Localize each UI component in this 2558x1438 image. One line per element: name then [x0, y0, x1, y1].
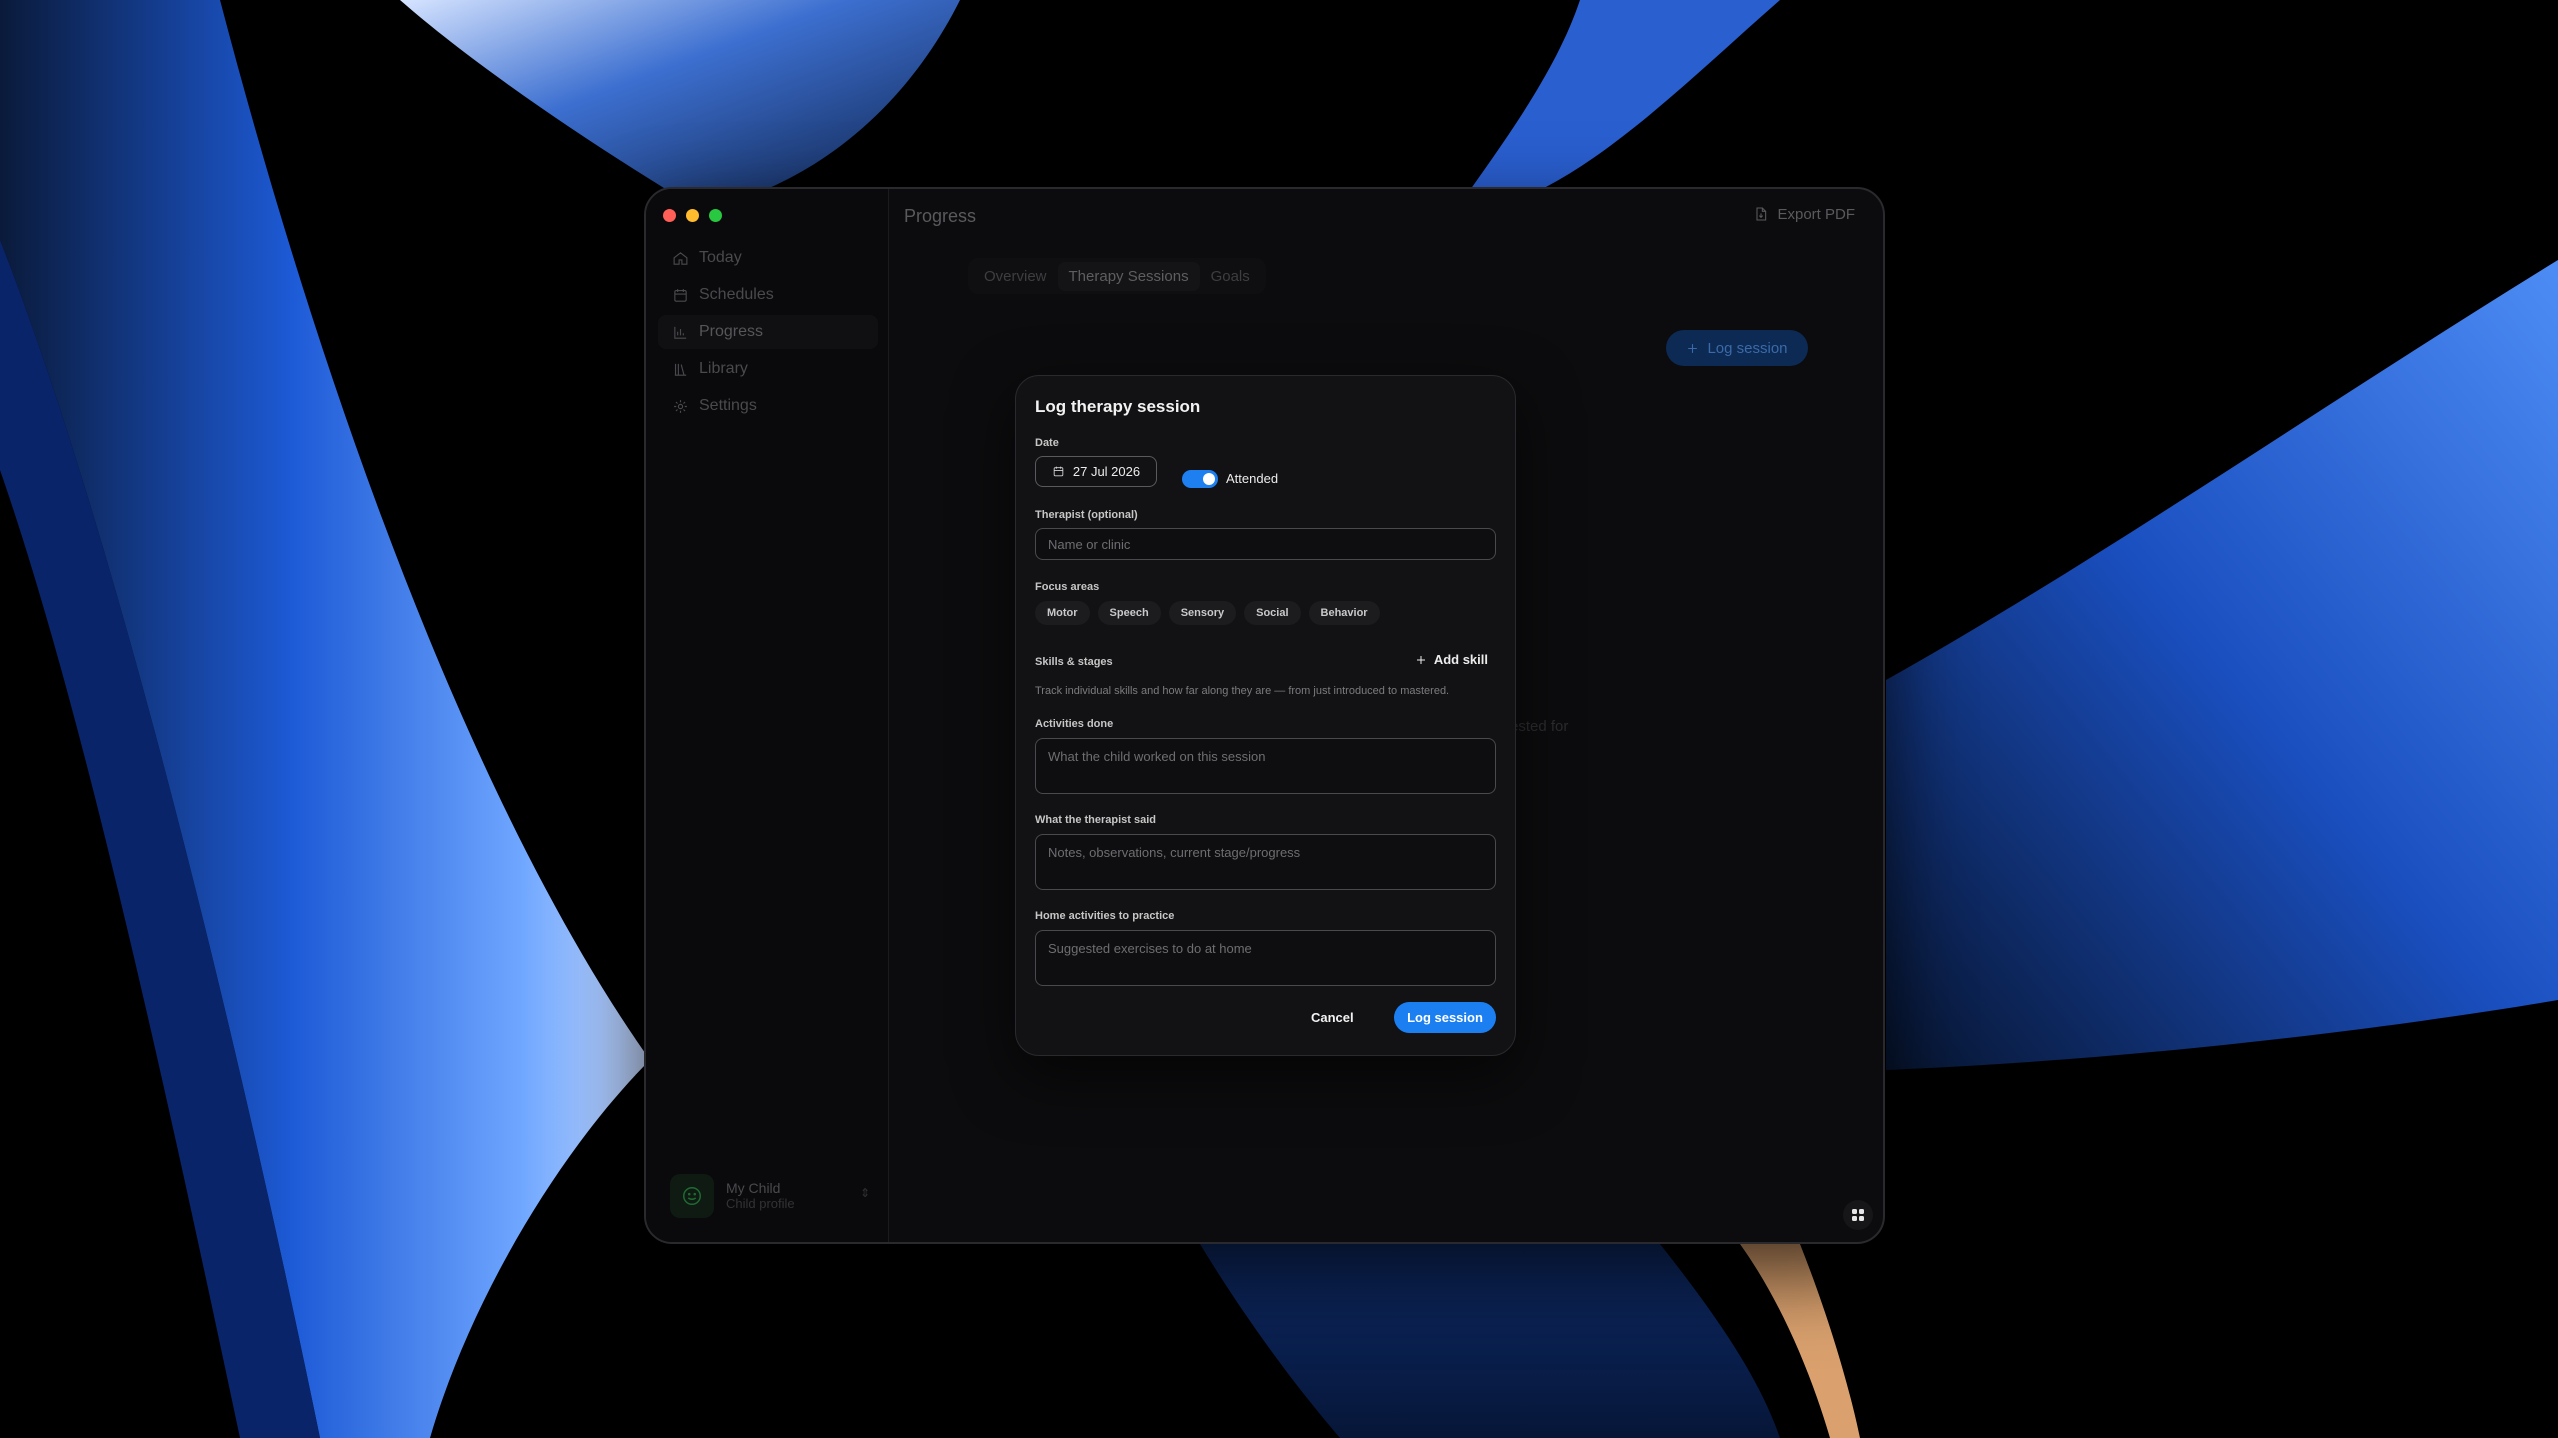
export-pdf-button[interactable]: Export PDF — [1741, 197, 1867, 231]
sidebar-item-label: Progress — [699, 323, 764, 340]
dialog-title: Log therapy session — [1035, 397, 1201, 416]
activities-textarea[interactable] — [1035, 738, 1496, 794]
sidebar-item-settings[interactable]: Settings — [658, 389, 878, 423]
sidebar-item-label: Schedules — [699, 286, 774, 303]
date-label: Date — [1035, 437, 1059, 449]
file-export-icon — [1756, 207, 1767, 221]
therapist-said-label: What the therapist said — [1035, 814, 1157, 826]
gear-icon — [674, 399, 687, 413]
log-session-header-button[interactable]: Log session — [1666, 330, 1808, 366]
plus-icon — [1688, 343, 1698, 353]
zoom-window-button[interactable] — [709, 209, 722, 222]
tab-therapy-sessions[interactable]: Therapy Sessions — [1057, 261, 1200, 291]
therapist-said-textarea[interactable] — [1035, 834, 1496, 890]
skills-label: Skills & stages — [1035, 656, 1113, 668]
profile-name: My Child — [726, 1180, 781, 1196]
export-pdf-label: Export PDF — [1777, 205, 1855, 223]
plus-icon — [1416, 655, 1425, 664]
home-icon — [673, 251, 688, 265]
date-value: 27 Jul 2026 — [1072, 464, 1141, 479]
attended-label: Attended — [1226, 471, 1279, 486]
log-session-header-label: Log session — [1707, 339, 1788, 357]
grid-icon — [1852, 1209, 1864, 1221]
attended-toggle[interactable] — [1182, 470, 1218, 488]
tab-goals[interactable]: Goals — [1200, 262, 1261, 291]
add-skill-button[interactable]: Add skill — [1415, 652, 1488, 667]
child-profile-switcher[interactable]: My Child Child profile ⇕ — [670, 1172, 870, 1220]
focus-chip-motor[interactable]: Motor — [1035, 601, 1090, 625]
cancel-button[interactable]: Cancel — [1303, 1003, 1362, 1031]
focus-chip-speech[interactable]: Speech — [1097, 601, 1161, 625]
minimize-window-button[interactable] — [686, 209, 699, 222]
sidebar-item-today[interactable]: Today — [658, 241, 878, 275]
avatar — [670, 1174, 714, 1218]
books-icon — [674, 363, 687, 376]
sidebar-item-progress[interactable]: Progress — [658, 315, 878, 349]
progress-tabs: Overview Therapy Sessions Goals — [968, 258, 1266, 294]
focus-areas-chips: Motor Speech Sensory Social Behavior — [1035, 601, 1380, 625]
activities-label: Activities done — [1035, 718, 1114, 730]
sidebar-item-label: Library — [699, 360, 748, 377]
add-skill-label: Add skill — [1433, 652, 1488, 667]
log-therapy-session-dialog: Log therapy session Date 27 Jul 2026 Att… — [1015, 375, 1516, 1056]
sidebar-item-label: Settings — [699, 397, 757, 414]
sidebar-item-library[interactable]: Library — [658, 352, 878, 386]
background-empty-text: ested for — [1510, 718, 1569, 735]
focus-chip-social[interactable]: Social — [1244, 601, 1301, 625]
close-window-button[interactable] — [663, 209, 676, 222]
page-title: Progress — [904, 206, 977, 226]
window-controls — [663, 209, 722, 222]
sidebar-item-schedules[interactable]: Schedules — [658, 278, 878, 312]
sidebar-nav: Today Schedules Progress Library Setting… — [658, 241, 878, 426]
quick-actions-button[interactable] — [1843, 1200, 1873, 1230]
log-session-submit-button[interactable]: Log session — [1394, 1002, 1496, 1033]
smile-icon — [683, 1187, 701, 1205]
sidebar-item-label: Today — [699, 249, 742, 266]
home-activities-textarea[interactable] — [1035, 930, 1496, 986]
profile-subtitle: Child profile — [726, 1196, 795, 1211]
focus-chip-behavior[interactable]: Behavior — [1308, 601, 1380, 625]
sidebar: Today Schedules Progress Library Setting… — [646, 189, 889, 1242]
chart-icon — [674, 326, 687, 339]
calendar-icon — [1053, 466, 1064, 477]
focus-chip-sensory[interactable]: Sensory — [1168, 601, 1237, 625]
calendar-icon — [674, 288, 687, 302]
chevron-up-down-icon: ⇕ — [859, 1186, 870, 1200]
date-picker-button[interactable]: 27 Jul 2026 — [1035, 456, 1157, 487]
skills-helper-text: Track individual skills and how far alon… — [1035, 685, 1450, 697]
home-activities-label: Home activities to practice — [1035, 910, 1175, 922]
tab-overview[interactable]: Overview — [973, 262, 1058, 291]
therapist-input[interactable] — [1035, 528, 1496, 560]
therapist-label: Therapist (optional) — [1035, 509, 1138, 521]
focus-areas-label: Focus areas — [1035, 581, 1100, 593]
